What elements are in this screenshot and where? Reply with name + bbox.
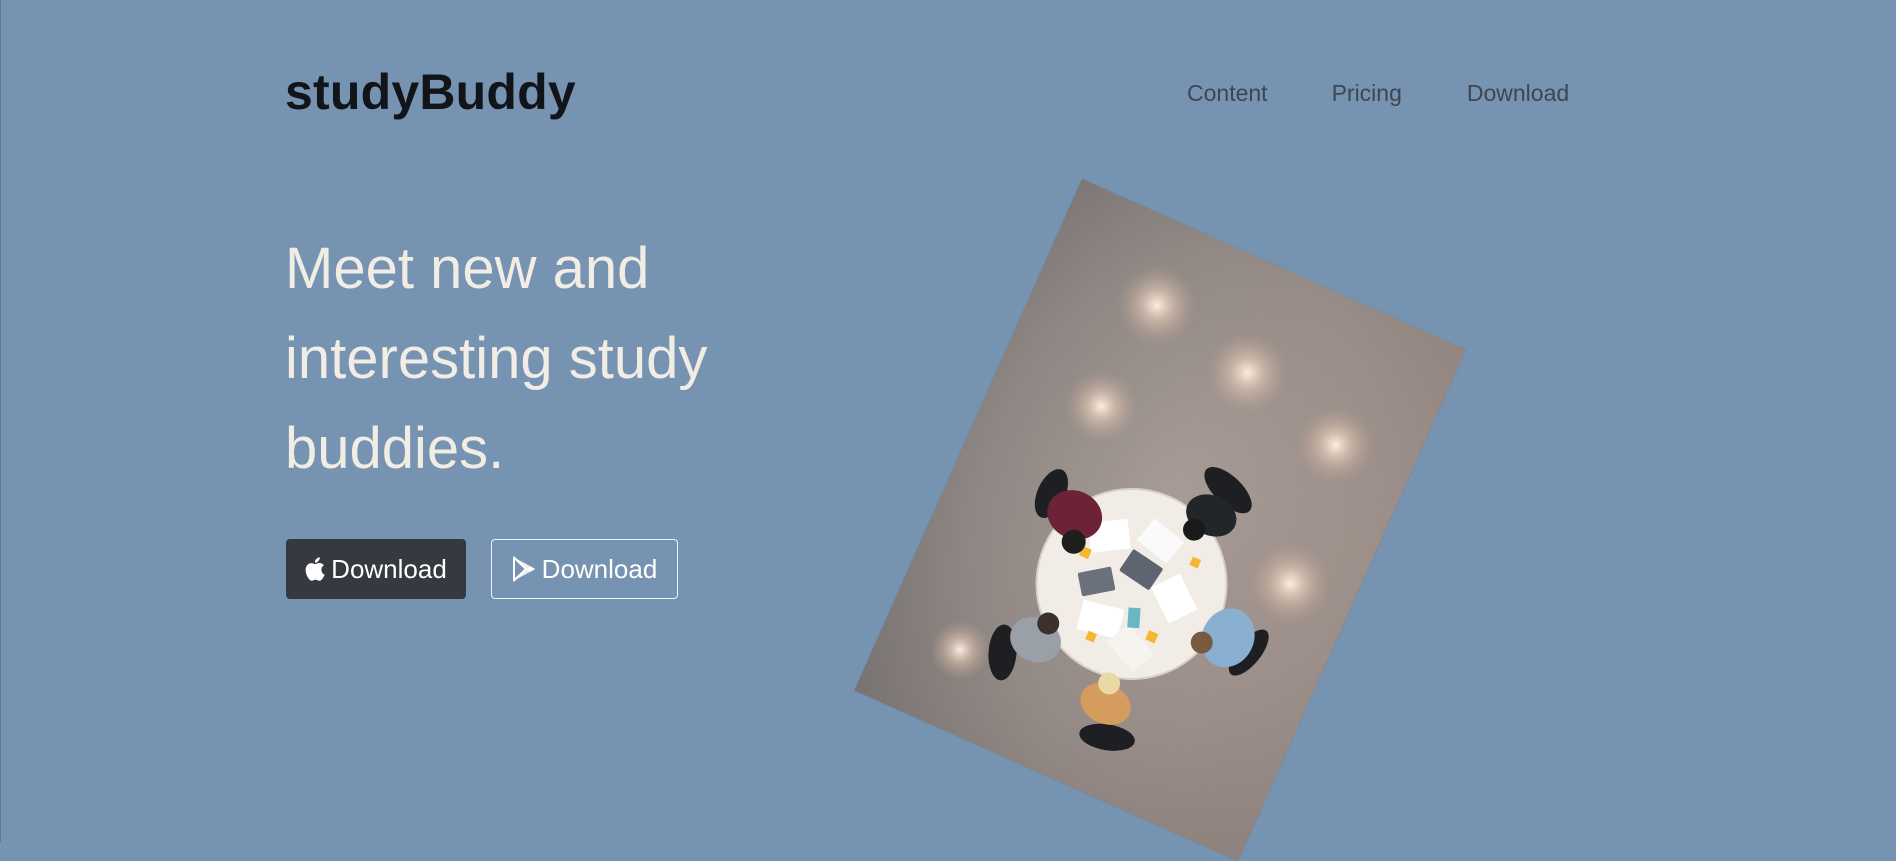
nav-link-content[interactable]: Content	[1187, 78, 1268, 108]
nav-link-pricing[interactable]: Pricing	[1332, 78, 1402, 108]
top-nav: Content Pricing Download	[1187, 78, 1569, 108]
nav-link-download[interactable]: Download	[1467, 78, 1569, 108]
download-ios-label: Download	[331, 553, 447, 584]
page-left-edge	[0, 0, 1, 842]
download-ios-button[interactable]: Download	[286, 539, 466, 599]
google-play-icon	[512, 556, 536, 582]
apple-icon	[305, 557, 325, 581]
students-studying-around-round-table-photo	[854, 178, 1466, 861]
download-android-label: Download	[541, 553, 658, 584]
brand-logo[interactable]: studyBuddy	[285, 62, 576, 122]
download-android-button[interactable]: Download	[491, 539, 678, 599]
hero-headline: Meet new and interesting study buddies.	[285, 236, 708, 481]
